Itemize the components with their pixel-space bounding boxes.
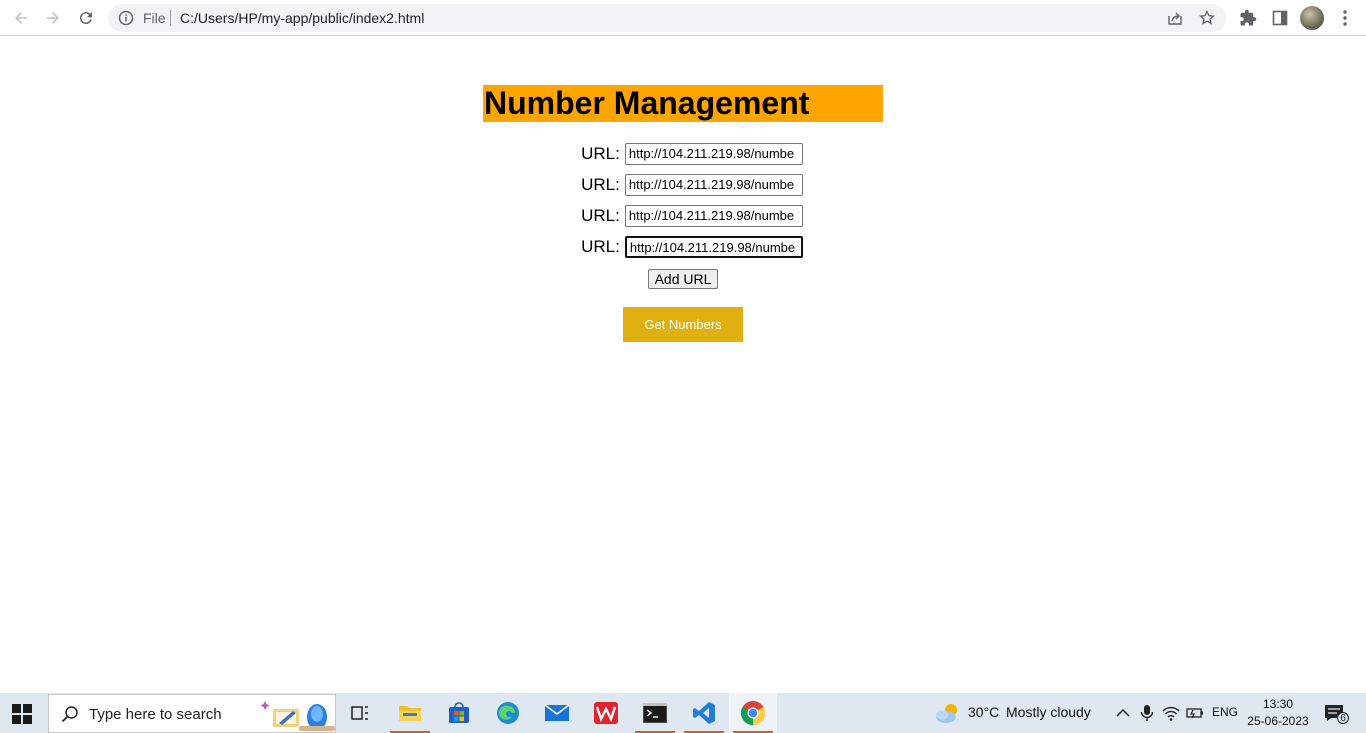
address-bar[interactable]: File C:/Users/HP/my-app/public/index2.ht… xyxy=(108,4,1226,32)
taskbar-wps-office[interactable] xyxy=(582,693,630,733)
taskbar: Type here to search 30°C Mostly cloudy E… xyxy=(0,693,1366,733)
wps-office-icon xyxy=(594,702,618,724)
weather-temperature[interactable]: 30°C xyxy=(968,704,999,720)
reload-icon xyxy=(79,12,92,25)
store-icon xyxy=(449,702,469,723)
url-scheme-label: File xyxy=(143,10,166,26)
search-placeholder: Type here to search xyxy=(89,706,222,723)
chrome-icon xyxy=(740,701,766,725)
edge-browser-icon xyxy=(497,702,519,724)
url-label: URL: xyxy=(581,175,620,194)
page-content: Number Management URL: http://104.211.21… xyxy=(0,37,1366,693)
vscode-icon xyxy=(693,702,715,724)
extensions-button[interactable] xyxy=(1238,8,1258,28)
url-text[interactable]: C:/Users/HP/my-app/public/index2.html xyxy=(180,10,424,26)
add-url-button[interactable]: Add URL xyxy=(648,269,718,289)
input-language[interactable]: ENG xyxy=(1212,705,1238,719)
taskbar-store[interactable] xyxy=(435,693,483,733)
wifi-icon[interactable] xyxy=(1162,704,1180,722)
reload-button[interactable] xyxy=(73,5,99,31)
url-row: URL: http://104.211.219.98/numbe xyxy=(0,173,1366,197)
url-input[interactable]: http://104.211.219.98/numbe xyxy=(624,205,803,227)
url-input[interactable]: http://104.211.219.98/numbe xyxy=(624,174,803,196)
url-label: URL: xyxy=(581,237,620,256)
url-input[interactable]: http://104.211.219.98/numbe xyxy=(624,143,803,165)
profile-avatar[interactable] xyxy=(1300,6,1324,30)
taskbar-clock[interactable]: 13:30 25-06-2023 xyxy=(1246,696,1310,730)
clock-date: 25-06-2023 xyxy=(1247,714,1309,728)
search-highlight-illustration-icon xyxy=(260,701,335,731)
url-row: URL: http://104.211.219.98/numbe xyxy=(0,204,1366,228)
taskbar-chrome[interactable] xyxy=(729,693,777,733)
url-row: URL: http://104.211.219.98/numbe xyxy=(0,142,1366,166)
clock-time: 13:30 xyxy=(1262,697,1294,711)
forward-button[interactable] xyxy=(40,5,66,31)
weather-description[interactable]: Mostly cloudy xyxy=(1006,704,1091,720)
task-view-button[interactable] xyxy=(336,693,384,733)
taskbar-vscode[interactable] xyxy=(680,693,728,733)
info-icon[interactable] xyxy=(118,10,134,26)
task-view-icon xyxy=(351,706,368,720)
kebab-menu-icon xyxy=(1343,10,1347,26)
browser-menu-button[interactable] xyxy=(1335,8,1355,28)
taskbar-edge[interactable] xyxy=(484,693,532,733)
mail-icon xyxy=(544,704,570,721)
forward-arrow-icon xyxy=(47,12,59,24)
side-panel-icon xyxy=(1272,10,1288,26)
back-arrow-icon xyxy=(15,12,27,24)
puzzle-icon xyxy=(1240,9,1257,26)
side-panel-button[interactable] xyxy=(1270,8,1290,28)
taskbar-mail[interactable] xyxy=(533,693,581,733)
bookmark-star-icon[interactable] xyxy=(1199,10,1215,26)
omnibox-divider xyxy=(170,10,171,26)
share-icon[interactable] xyxy=(1167,10,1183,26)
windows-start-icon[interactable] xyxy=(12,704,32,724)
url-label: URL: xyxy=(581,206,620,225)
url-row: URL: http://104.211.219.98/numbe xyxy=(0,235,1366,259)
chevron-up-icon[interactable] xyxy=(1114,704,1132,722)
notification-count-badge: 6 xyxy=(1337,712,1349,724)
back-button[interactable] xyxy=(8,5,34,31)
browser-toolbar: File C:/Users/HP/my-app/public/index2.ht… xyxy=(0,0,1366,36)
microphone-icon[interactable] xyxy=(1138,704,1156,722)
search-icon xyxy=(61,706,78,723)
get-numbers-button[interactable]: Get Numbers xyxy=(623,307,743,342)
url-label: URL: xyxy=(581,144,620,163)
page-title: Number Management xyxy=(483,85,883,122)
taskbar-search[interactable]: Type here to search xyxy=(48,694,336,733)
url-input[interactable]: http://104.211.219.98/numbe xyxy=(624,236,803,258)
taskbar-terminal[interactable] xyxy=(631,693,679,733)
command-prompt-icon xyxy=(643,703,667,723)
taskbar-file-explorer[interactable] xyxy=(386,693,434,733)
battery-icon[interactable] xyxy=(1186,704,1204,722)
weather-cloudy-icon[interactable] xyxy=(934,702,962,724)
folder-icon xyxy=(399,706,421,721)
